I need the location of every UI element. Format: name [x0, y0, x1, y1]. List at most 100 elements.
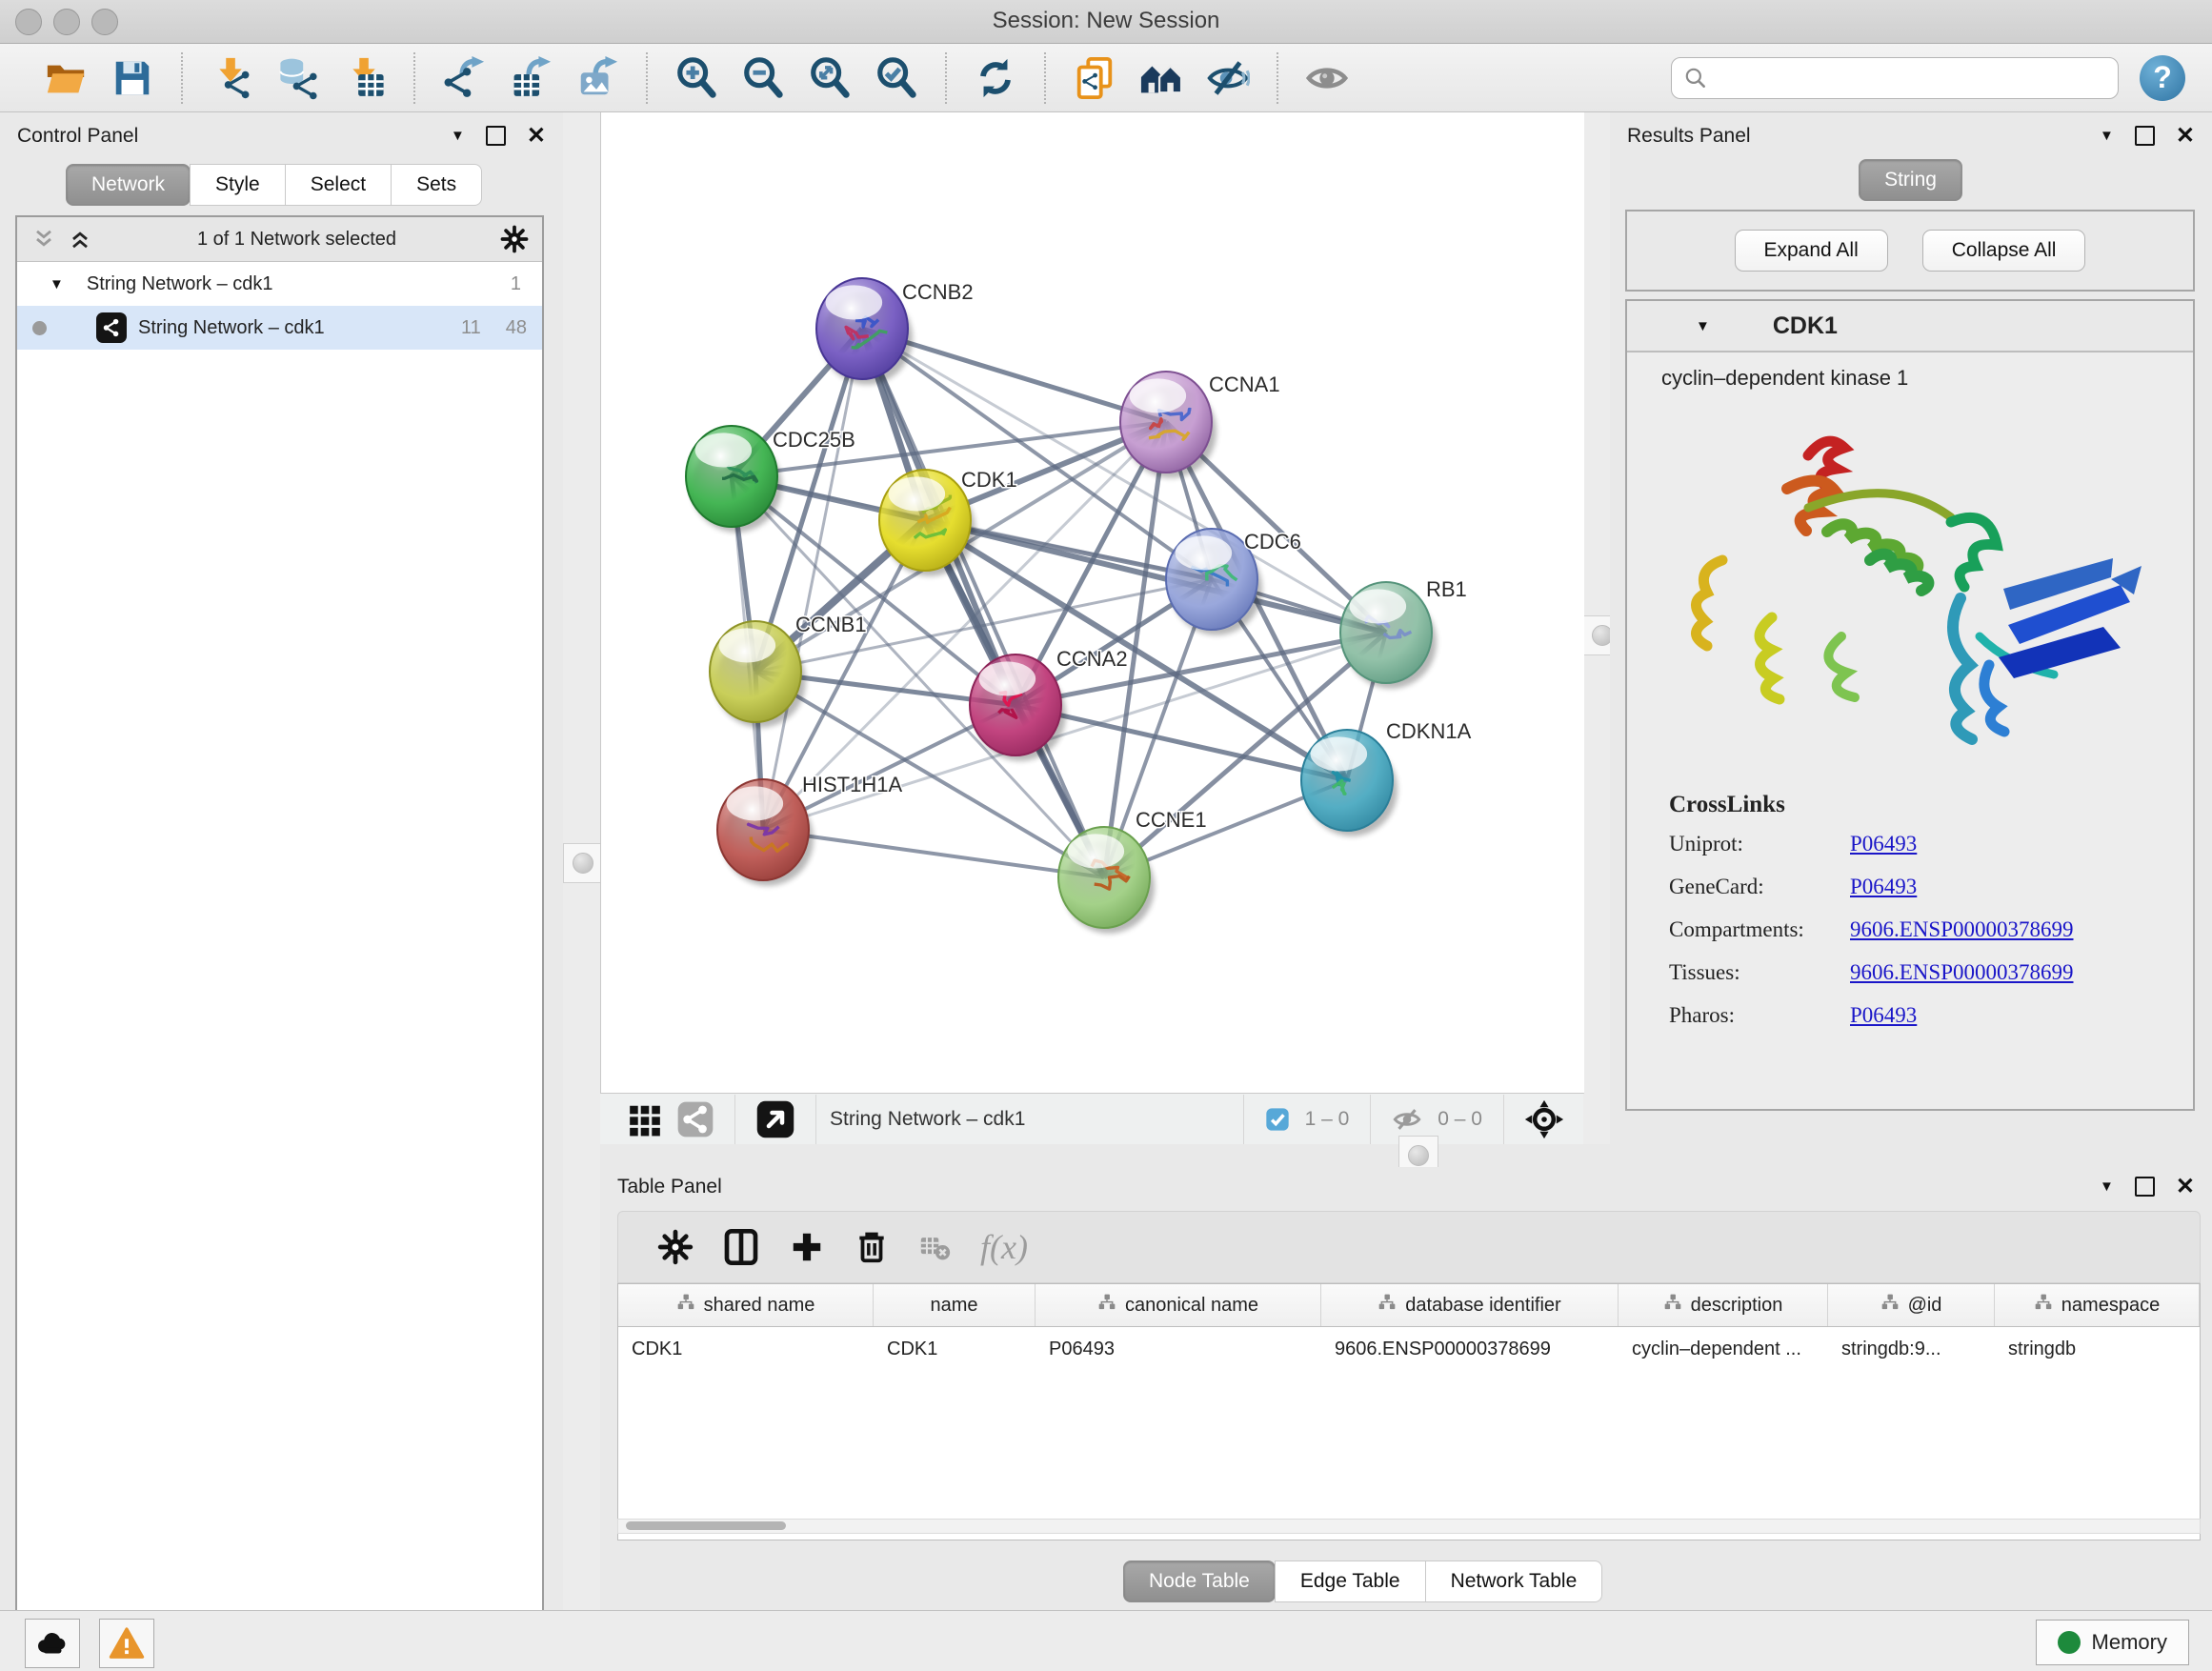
gear-icon[interactable] [500, 225, 529, 253]
memory-button[interactable]: Memory [2036, 1620, 2189, 1665]
table-cell[interactable]: stringdb:9... [1828, 1327, 1995, 1371]
hidden-eye-icon[interactable] [1391, 1103, 1423, 1136]
table-cell[interactable]: cyclin–dependent ... [1619, 1327, 1828, 1371]
column-header-name[interactable]: name [874, 1284, 1036, 1326]
node-label-CCNA1: CCNA1 [1209, 372, 1280, 396]
crosslink-link[interactable]: P06493 [1850, 1003, 1917, 1028]
tab-select[interactable]: Select [285, 164, 392, 206]
crosslink-link[interactable]: P06493 [1850, 832, 1917, 856]
save-icon[interactable] [108, 53, 157, 103]
cloud-button[interactable] [25, 1619, 80, 1668]
table-cell[interactable]: P06493 [1036, 1327, 1321, 1371]
function-builder-icon[interactable]: f(x) [980, 1227, 1028, 1267]
delete-table-icon[interactable] [918, 1231, 951, 1263]
collection-row[interactable]: ▼ String Network – cdk1 1 [17, 262, 542, 306]
grid-view-icon[interactable] [627, 1101, 663, 1137]
table-cell[interactable]: CDK1 [874, 1327, 1036, 1371]
add-column-icon[interactable] [789, 1229, 825, 1265]
tab-sets[interactable]: Sets [391, 164, 482, 206]
zoom-fit-icon[interactable] [805, 53, 855, 103]
search-input[interactable] [1708, 66, 2118, 90]
node-CCNA1[interactable] [1120, 372, 1217, 478]
memory-status-dot [2058, 1631, 2081, 1654]
column-header-description[interactable]: description [1619, 1284, 1828, 1326]
table-cell[interactable]: CDK1 [618, 1327, 874, 1371]
show-eye-icon[interactable] [1302, 53, 1352, 103]
import-table-icon[interactable] [340, 53, 390, 103]
collapse-all-button[interactable]: Collapse All [1922, 230, 2086, 272]
birds-eye-view-icon[interactable] [755, 1099, 795, 1139]
column-header-shared-name[interactable]: shared name [618, 1284, 874, 1326]
expand-all-icon[interactable] [67, 226, 93, 252]
zoom-selected-icon[interactable] [872, 53, 921, 103]
column-header--id[interactable]: @id [1828, 1284, 1995, 1326]
show-columns-icon[interactable] [722, 1228, 760, 1266]
float-panel-icon[interactable] [2135, 126, 2155, 146]
search-box[interactable] [1671, 57, 2119, 99]
selected-checkbox-icon[interactable] [1264, 1106, 1291, 1133]
tab-network-table[interactable]: Network Table [1425, 1560, 1603, 1602]
tab-style[interactable]: Style [190, 164, 286, 206]
table-cell[interactable]: stringdb [1995, 1327, 2200, 1371]
export-network-icon[interactable] [439, 53, 489, 103]
panel-menu-icon[interactable]: ▼ [2100, 128, 2114, 144]
tab-network[interactable]: Network [66, 164, 191, 206]
close-panel-icon[interactable]: ✕ [2176, 1173, 2195, 1200]
zoom-out-icon[interactable] [738, 53, 788, 103]
tab-edge-table[interactable]: Edge Table [1275, 1560, 1426, 1602]
node-CDKN1A[interactable] [1301, 730, 1398, 836]
node-RB1[interactable] [1340, 582, 1437, 689]
table-row[interactable]: CDK1CDK1P064939606.ENSP00000378699cyclin… [618, 1327, 2200, 1371]
edge-CCNE1-HIST1H1A[interactable] [763, 830, 1104, 877]
table-settings-gear-icon[interactable] [657, 1229, 694, 1265]
tab-node-table[interactable]: Node Table [1123, 1560, 1276, 1602]
delete-column-trash-icon[interactable] [854, 1229, 890, 1265]
fit-selected-crosshair-icon[interactable] [1524, 1099, 1564, 1139]
warning-button[interactable] [99, 1619, 154, 1668]
column-header-canonical-name[interactable]: canonical name [1036, 1284, 1321, 1326]
open-folder-icon[interactable] [41, 53, 90, 103]
import-network-icon[interactable] [207, 53, 256, 103]
collapse-gene-icon[interactable]: ▼ [1696, 318, 1710, 334]
node-CCNA2[interactable] [970, 654, 1066, 761]
table-cell[interactable]: 9606.ENSP00000378699 [1321, 1327, 1619, 1371]
close-panel-icon[interactable]: ✕ [2176, 122, 2195, 150]
node-CDC25B[interactable] [686, 426, 782, 533]
float-panel-icon[interactable] [486, 126, 506, 146]
home-icon[interactable] [1136, 53, 1186, 103]
crosslink-link[interactable]: P06493 [1850, 875, 1917, 899]
close-panel-icon[interactable]: ✕ [527, 122, 546, 150]
help-button[interactable]: ? [2140, 55, 2185, 101]
collapse-all-icon[interactable] [30, 226, 57, 252]
network-view-icon[interactable] [676, 1100, 714, 1138]
zoom-in-icon[interactable] [672, 53, 721, 103]
left-splitter[interactable] [563, 112, 600, 1610]
column-header-namespace[interactable]: namespace [1995, 1284, 2200, 1326]
network-canvas[interactable]: CCNB2 CCNA1 CDC25B CDK1 CDC6 RB1 CCNB1 C… [600, 112, 1584, 1094]
float-panel-icon[interactable] [2135, 1177, 2155, 1197]
network-list-box: 1 of 1 Network selected ▼ String Network… [15, 215, 544, 1671]
export-table-icon[interactable] [506, 53, 555, 103]
crosslink-link[interactable]: 9606.ENSP00000378699 [1850, 917, 2074, 942]
node-table[interactable]: shared namenamecanonical namedatabase id… [617, 1283, 2201, 1540]
crosslink-link[interactable]: 9606.ENSP00000378699 [1850, 960, 2074, 985]
refresh-icon[interactable] [971, 53, 1020, 103]
expand-all-button[interactable]: Expand All [1735, 230, 1888, 272]
edge-CCNB2-HIST1H1A[interactable] [763, 329, 862, 830]
panel-menu-icon[interactable]: ▼ [2100, 1178, 2114, 1195]
column-header-database-identifier[interactable]: database identifier [1321, 1284, 1619, 1326]
node-CCNE1[interactable] [1058, 827, 1155, 934]
tab-string[interactable]: String [1859, 159, 1962, 201]
panel-menu-icon[interactable]: ▼ [451, 128, 465, 144]
import-database-icon[interactable] [273, 53, 323, 103]
table-horizontal-scrollbar[interactable] [617, 1519, 2201, 1534]
collapse-tree-icon[interactable]: ▼ [50, 276, 64, 292]
network-row[interactable]: String Network – cdk1 11 48 [17, 306, 542, 350]
hidden-count: 0 – 0 [1438, 1108, 1482, 1131]
hide-eye-icon[interactable] [1203, 53, 1253, 103]
copy-style-icon[interactable] [1070, 53, 1119, 103]
gene-section: ▼ CDK1 cyclin–dependent kinase 1 [1625, 299, 2195, 1111]
left-splitter-handle[interactable] [563, 843, 603, 883]
node-CCNB2[interactable] [816, 278, 913, 385]
export-image-icon[interactable] [573, 53, 622, 103]
